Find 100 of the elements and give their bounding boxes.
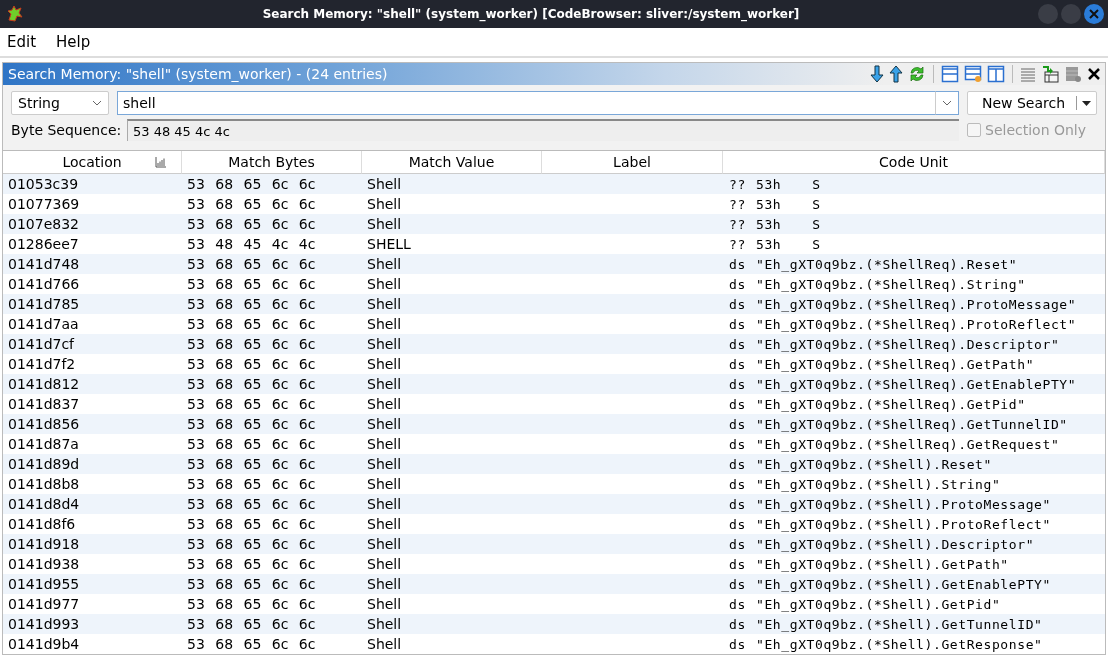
match-bytes-cell-text: 53 68 65 6c 6c: [186, 515, 317, 534]
operand-text: "Eh_gXT0q9bz.(*ShellReq).String": [756, 276, 1026, 292]
match-bytes-cell-text: 53 48 45 4c 4c: [186, 235, 317, 254]
match-value-cell-text: Shell: [366, 355, 403, 374]
operand-text: 53h: [756, 216, 782, 232]
operand-text: "Eh_gXT0q9bz.(*Shell).ProtoReflect": [756, 516, 1051, 532]
operand-text: "Eh_gXT0q9bz.(*Shell).Descriptor": [756, 536, 1035, 552]
operand-text: "Eh_gXT0q9bz.(*Shell).GetTunnelID": [756, 616, 1043, 632]
down-arrow-icon[interactable]: [870, 65, 884, 83]
match-bytes-cell: 53 68 65 6c 6c: [182, 574, 362, 594]
character-text: S: [812, 196, 821, 212]
mnemonic-text: ??: [729, 216, 747, 232]
operand-text: "Eh_gXT0q9bz.(*Shell).ProtoMessage": [756, 496, 1051, 512]
match-value-cell: Shell: [362, 614, 542, 634]
mnemonic-text: ds: [729, 456, 747, 472]
column-header[interactable]: Code Unit: [723, 151, 1105, 174]
match-value-cell: Shell: [362, 534, 542, 554]
operand-text: "Eh_gXT0q9bz.(*Shell).Reset": [756, 456, 992, 472]
location-cell: 0141d993: [3, 614, 182, 634]
location-cell-text: 0141d9b4: [7, 635, 81, 654]
menu-item[interactable]: Help: [56, 33, 91, 51]
vertical-split-icon[interactable]: [987, 65, 1005, 83]
match-bytes-cell-text: 53 68 65 6c 6c: [186, 195, 317, 214]
mnemonic-text: ??: [729, 196, 747, 212]
location-cell-text: 0141d7f2: [7, 355, 77, 374]
search-input-field[interactable]: shell: [117, 91, 935, 115]
column-header[interactable]: Label: [542, 151, 723, 174]
operand-text: "Eh_gXT0q9bz.(*ShellReq).Reset": [756, 256, 1018, 272]
match-value-cell: Shell: [362, 294, 542, 314]
location-cell-text: 0141d938: [7, 555, 81, 574]
match-bytes-cell-text: 53 68 65 6c 6c: [186, 475, 317, 494]
column-header[interactable]: Match Value: [362, 151, 542, 174]
operand-text: 53h: [756, 176, 782, 192]
column-header[interactable]: Location: [3, 151, 182, 174]
menu-item[interactable]: Edit: [7, 33, 37, 51]
mnemonic-text: ds: [729, 316, 747, 332]
operand-text: "Eh_gXT0q9bz.(*ShellReq).GetRequest": [756, 436, 1060, 452]
operand-text: 53h: [756, 236, 782, 252]
close-icon: [1089, 9, 1099, 19]
match-value-cell: Shell: [362, 174, 542, 194]
match-value-cell-text: Shell: [366, 275, 403, 294]
location-cell: 0141d7cf: [3, 334, 182, 354]
table-snapshot-icon[interactable]: [1041, 65, 1059, 83]
mnemonic-text: ds: [729, 476, 747, 492]
character-text: S: [812, 236, 821, 252]
refresh-icon[interactable]: [908, 65, 926, 83]
mnemonic-text: ??: [729, 236, 747, 252]
location-cell: 0141d955: [3, 574, 182, 594]
location-cell-text: 0141d7aa: [7, 315, 80, 334]
location-cell-text: 0141d8f6: [7, 515, 77, 534]
operand-text: "Eh_gXT0q9bz.(*Shell).GetEnablePTY": [756, 576, 1051, 592]
match-bytes-cell: 53 68 65 6c 6c: [182, 534, 362, 554]
match-bytes-cell: 53 68 65 6c 6c: [182, 494, 362, 514]
byte-sequence-label: Byte Sequence:: [11, 122, 119, 138]
panel-title: Search Memory: "shell" (system_worker) - (24 entries): [8, 66, 389, 82]
match-value-cell-text: Shell: [366, 195, 403, 214]
operand-text: "Eh_gXT0q9bz.(*Shell).GetResponse": [756, 636, 1043, 652]
location-cell-text: 01077369: [7, 195, 81, 214]
match-value-cell-text: Shell: [366, 555, 403, 574]
match-bytes-cell: 53 68 65 6c 6c: [182, 614, 362, 634]
match-bytes-cell: 53 68 65 6c 6c: [182, 334, 362, 354]
match-value-cell-text: Shell: [366, 435, 403, 454]
match-value-cell-text: Shell: [366, 515, 403, 534]
match-bytes-cell: 53 68 65 6c 6c: [182, 414, 362, 434]
match-bytes-cell-text: 53 68 65 6c 6c: [186, 555, 317, 574]
location-cell-text: 01286ee7: [7, 235, 80, 254]
mnemonic-text: ds: [729, 616, 747, 632]
up-arrow-icon[interactable]: [889, 65, 903, 83]
location-cell-text: 0141d87a: [7, 435, 80, 454]
sort-ascending-icon: [155, 156, 167, 168]
match-bytes-cell-text: 53 68 65 6c 6c: [186, 315, 317, 334]
caret-icon[interactable]: [1082, 100, 1091, 106]
match-value-cell-text: Shell: [366, 395, 403, 414]
horizontal-split-icon[interactable]: [941, 65, 959, 83]
new-search-button[interactable]: New Search: [967, 91, 1097, 115]
window-title: Search Memory: "shell" (system_worker) [CodeBrowser: sliver:/system_worker]: [261, 7, 801, 21]
history-dropdown-button[interactable]: [935, 91, 959, 115]
location-cell: 0141d785: [3, 294, 182, 314]
match-bytes-cell: 53 68 65 6c 6c: [182, 174, 362, 194]
operand-text: "Eh_gXT0q9bz.(*ShellReq).GetEnablePTY": [756, 376, 1077, 392]
location-cell: 0107e832: [3, 214, 182, 234]
operand-text: "Eh_gXT0q9bz.(*ShellReq).GetPath": [756, 356, 1035, 372]
location-cell: 0141d856: [3, 414, 182, 434]
location-cell: 0141d8d4: [3, 494, 182, 514]
column-header[interactable]: Match Bytes: [182, 151, 362, 174]
location-cell-text: 0141d837: [7, 395, 81, 414]
match-bytes-cell: 53 68 65 6c 6c: [182, 374, 362, 394]
match-bytes-cell-text: 53 68 65 6c 6c: [186, 635, 317, 654]
location-cell: 0141d812: [3, 374, 182, 394]
match-bytes-cell-text: 53 68 65 6c 6c: [186, 275, 317, 294]
search-type-dropdown[interactable]: String: [11, 91, 109, 115]
location-cell: 0141d748: [3, 254, 182, 274]
operand-text: "Eh_gXT0q9bz.(*ShellReq).ProtoMessage": [756, 296, 1077, 312]
location-cell: 0141d89d: [3, 454, 182, 474]
match-value-cell-text: SHELL: [366, 235, 412, 254]
byte-sequence-field: 53 48 45 4c 4c: [127, 119, 959, 141]
close-icon[interactable]: [1087, 67, 1101, 81]
mnemonic-text: ds: [729, 556, 747, 572]
match-bytes-cell: 53 68 65 6c 6c: [182, 294, 362, 314]
close-button[interactable]: [1084, 4, 1104, 24]
